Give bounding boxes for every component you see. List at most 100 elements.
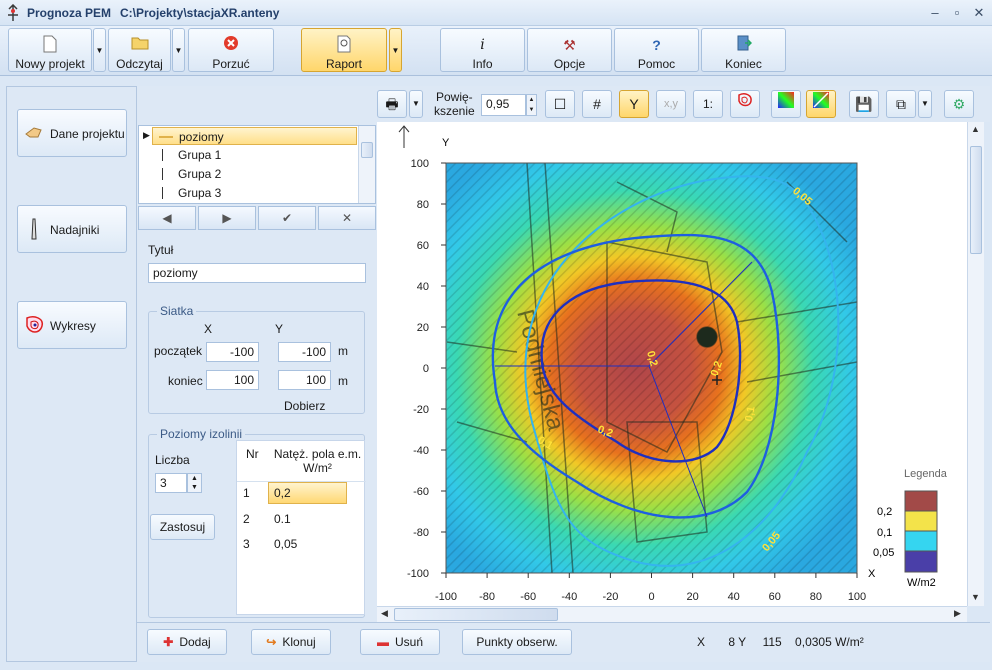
- plots-button[interactable]: Wykresy: [17, 301, 127, 349]
- plot-vertical-scrollbar[interactable]: ▲ ▼: [967, 122, 984, 606]
- prev-button[interactable]: ◀: [138, 206, 196, 230]
- frame-icon: ☐: [553, 96, 567, 112]
- delete-button[interactable]: ▬ Usuń: [360, 629, 440, 655]
- map-overlay: [446, 163, 857, 573]
- list-item-grupa-3[interactable]: Grupa 3: [152, 184, 357, 202]
- start-y-input[interactable]: -100: [278, 342, 331, 362]
- x-tick-label: -40: [561, 591, 577, 603]
- print-dropdown[interactable]: ▼: [409, 90, 423, 118]
- list-item-grupa-2[interactable]: Grupa 2: [152, 165, 357, 183]
- new-document-icon: [9, 35, 91, 55]
- report-button[interactable]: Raport: [301, 28, 387, 72]
- left-panel: Dane projektu Nadajniki Wykresy: [6, 86, 137, 662]
- x-tick-label: 0: [648, 591, 654, 603]
- list-item-grupa-1[interactable]: Grupa 1: [152, 146, 357, 164]
- y-tick-label: 20: [417, 322, 429, 334]
- help-icon: ?: [652, 37, 661, 53]
- table-cell-selected[interactable]: 0,2: [268, 482, 347, 504]
- col-y-label: Y: [275, 322, 284, 336]
- plot-area[interactable]: Podmiejska 0,05 0,2 0,2 0,1 0,2 0,1 0,05…: [377, 122, 967, 606]
- title-input[interactable]: poziomy: [148, 263, 366, 283]
- unit-label: m: [338, 374, 348, 388]
- y-tick-label: -100: [407, 568, 429, 580]
- grid-button[interactable]: #: [582, 90, 612, 118]
- discard-button[interactable]: Porzuć: [188, 28, 274, 72]
- col-x-label: X: [204, 322, 213, 336]
- hand-icon: [24, 122, 46, 144]
- line-style-icon: [162, 149, 163, 161]
- end-x-input[interactable]: 100: [206, 370, 259, 390]
- spin-up-icon[interactable]: ▲: [191, 475, 198, 482]
- isolines-button[interactable]: [730, 90, 760, 118]
- table-cell[interactable]: 0.1: [274, 512, 291, 526]
- colormap-button[interactable]: [771, 90, 801, 118]
- vertical-scroll-thumb[interactable]: [970, 146, 982, 254]
- new-project-dropdown[interactable]: ▼: [93, 28, 106, 72]
- zoom-input[interactable]: 0,95: [481, 94, 526, 116]
- clone-button[interactable]: ↪ Klonuj: [251, 629, 331, 655]
- fit-button[interactable]: Dobierz: [284, 399, 325, 413]
- scroll-down-icon[interactable]: ▼: [971, 592, 980, 602]
- coordinates-button[interactable]: x,y: [656, 90, 686, 118]
- legend: Legenda 0,2 0,1 0,05 W/m2: [873, 468, 948, 589]
- x-tick-label: -80: [479, 591, 495, 603]
- report-dropdown[interactable]: ▼: [389, 28, 402, 72]
- current-row-indicator-icon: ▶: [143, 130, 150, 140]
- info-button[interactable]: i Info: [440, 28, 525, 72]
- end-y-input[interactable]: 100: [278, 370, 331, 390]
- options-button[interactable]: ⚒ Opcje: [527, 28, 612, 72]
- chevron-down-icon: ▼: [412, 99, 420, 108]
- chevron-down-icon: ▼: [174, 46, 183, 55]
- copy-button[interactable]: ⧉: [886, 90, 916, 118]
- confirm-button[interactable]: ✔: [258, 206, 316, 230]
- plot-horizontal-scrollbar[interactable]: ◀ ▶: [377, 606, 967, 622]
- start-x-input[interactable]: -100: [206, 342, 259, 362]
- minimize-button[interactable]: –: [926, 5, 944, 21]
- copy-dropdown[interactable]: ▼: [918, 90, 932, 118]
- grid-icon: #: [593, 96, 601, 112]
- exit-button[interactable]: Koniec: [701, 28, 786, 72]
- spin-down-icon[interactable]: ▼: [191, 484, 198, 491]
- restore-button[interactable]: ▫: [948, 5, 966, 21]
- apply-button[interactable]: Zastosuj: [150, 514, 215, 540]
- settings-button[interactable]: ⚙: [944, 90, 974, 118]
- new-project-button[interactable]: Nowy projekt: [8, 28, 92, 72]
- project-data-button[interactable]: Dane projektu: [17, 109, 127, 157]
- scroll-left-icon[interactable]: ◀: [381, 608, 388, 619]
- legend-swatch: [904, 490, 938, 512]
- tools-icon: ⚒: [563, 37, 576, 53]
- next-button[interactable]: ▶: [198, 206, 256, 230]
- scroll-right-icon[interactable]: ▶: [954, 608, 961, 619]
- transmitters-button[interactable]: Nadajniki: [17, 205, 127, 253]
- isoline-plot[interactable]: Podmiejska 0,05 0,2 0,2 0,1 0,2 0,1 0,05…: [377, 122, 967, 606]
- frame-button[interactable]: ☐: [545, 90, 575, 118]
- column-header-value: Natęż. pola e.m. W/m²: [273, 447, 362, 475]
- cancel-button[interactable]: ✕: [318, 206, 376, 230]
- scale-button[interactable]: 1:: [693, 90, 723, 118]
- close-window-button[interactable]: ✕: [970, 5, 988, 21]
- y-tick-label: -20: [413, 404, 429, 416]
- list-scroll-thumb[interactable]: [361, 142, 373, 158]
- list-item-poziomy[interactable]: poziomy: [152, 127, 357, 145]
- count-input[interactable]: 3: [155, 473, 187, 493]
- table-cell[interactable]: 0,05: [274, 537, 297, 551]
- print-button[interactable]: 🖶: [377, 90, 407, 118]
- colormap-map-button[interactable]: [806, 90, 836, 118]
- add-button[interactable]: ✚ Dodaj: [147, 629, 227, 655]
- list-scrollbar[interactable]: [358, 126, 375, 203]
- open-button[interactable]: Odczytaj: [108, 28, 171, 72]
- axes-button[interactable]: Y: [619, 90, 649, 118]
- open-dropdown[interactable]: ▼: [172, 28, 185, 72]
- contour-icon: [736, 93, 754, 112]
- save-button[interactable]: 💾: [849, 90, 879, 118]
- title-bar: Prognoza PEM C:\Projekty\stacjaXR.anteny…: [0, 0, 992, 26]
- observation-points-button[interactable]: Punkty obserw.: [462, 629, 572, 655]
- layer-list[interactable]: ▶ poziomy Grupa 1 Grupa 2 Grupa 3: [138, 125, 376, 204]
- spin-down-icon[interactable]: ▼: [529, 107, 535, 113]
- zoom-spinner[interactable]: ▲ ▼: [526, 94, 537, 116]
- count-spinner[interactable]: ▲ ▼: [187, 473, 202, 493]
- horizontal-scroll-thumb[interactable]: [394, 608, 558, 621]
- spin-up-icon[interactable]: ▲: [529, 97, 535, 103]
- help-button[interactable]: ? Pomoc: [614, 28, 699, 72]
- scroll-up-icon[interactable]: ▲: [971, 124, 980, 134]
